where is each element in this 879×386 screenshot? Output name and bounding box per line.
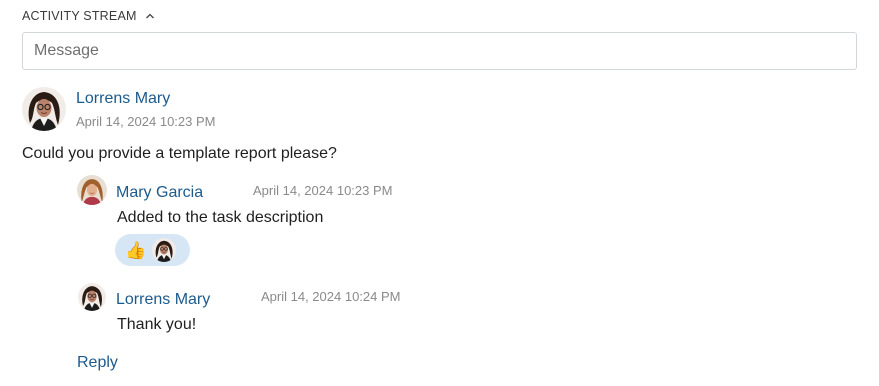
comment-text: Added to the task description [117,209,324,226]
avatar[interactable] [78,283,106,311]
avatar[interactable] [22,87,66,131]
chevron-up-icon[interactable] [145,11,155,21]
comment-author-link[interactable]: Mary Garcia [116,184,203,202]
activity-stream-title: ACTIVITY STREAM [22,9,137,23]
reply-link[interactable]: Reply [77,354,118,372]
post-author-link[interactable]: Lorrens Mary [76,90,170,108]
post-text: Could you provide a template report plea… [22,145,337,162]
message-input[interactable] [22,32,857,70]
thumbs-up-icon: 👍 [125,240,147,260]
avatar[interactable] [77,175,107,205]
comment-author-link[interactable]: Lorrens Mary [116,291,210,309]
comment-text: Thank you! [117,316,197,333]
reaction-badge[interactable]: 👍 [115,234,190,266]
reactor-avatar [152,238,176,262]
post-timestamp: April 14, 2024 10:23 PM [76,114,216,129]
comment-timestamp: April 14, 2024 10:24 PM [261,289,401,304]
activity-stream-header[interactable]: ACTIVITY STREAM [22,9,155,23]
comment-timestamp: April 14, 2024 10:23 PM [253,183,393,198]
